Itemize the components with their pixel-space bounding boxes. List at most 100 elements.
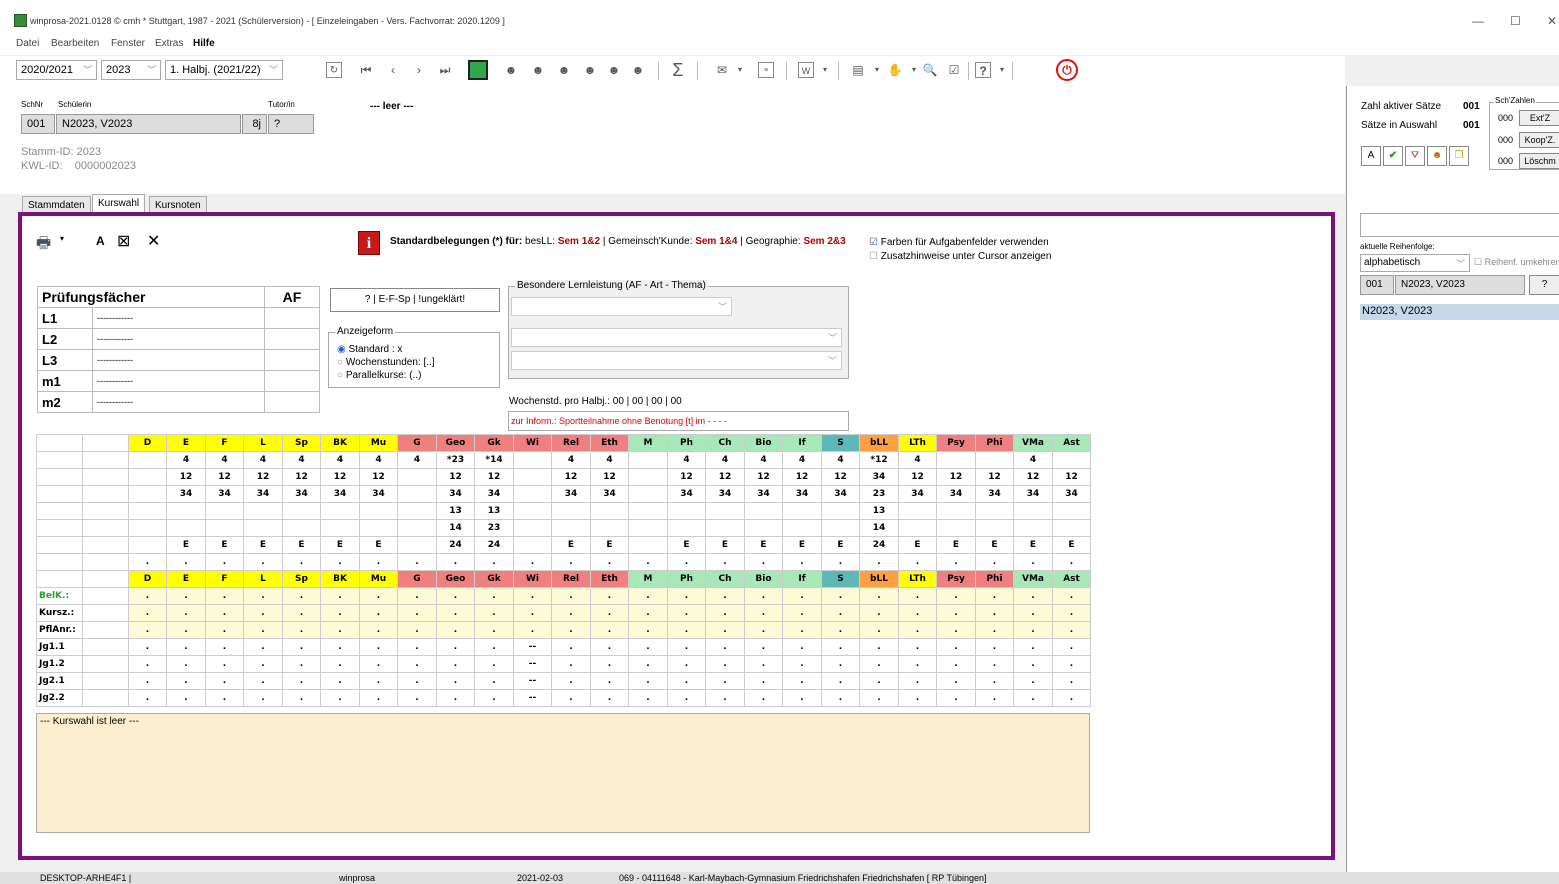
course-cell[interactable]: 4 (166, 451, 206, 469)
course-cell[interactable]: 34 (859, 468, 899, 486)
summary-cell[interactable]: . (859, 638, 899, 656)
summary-cell[interactable]: . (282, 689, 321, 707)
summary-cell[interactable]: . (474, 587, 514, 605)
search-input[interactable] (1360, 213, 1559, 237)
course-cell[interactable]: 4 (1013, 451, 1053, 469)
course-cell[interactable] (397, 519, 437, 537)
persons-color-icon[interactable]: ☻ (1427, 146, 1447, 166)
summary-cell[interactable]: . (821, 621, 860, 639)
subject-header[interactable]: BK (320, 434, 360, 452)
subject-header[interactable]: Psy (936, 570, 976, 588)
summary-cell[interactable]: . (898, 604, 937, 622)
summary-cell[interactable]: . (128, 587, 167, 605)
summary-cell[interactable]: . (243, 638, 283, 656)
course-cell[interactable]: 12 (1013, 468, 1053, 486)
subject-header[interactable]: Gk (474, 570, 514, 588)
summary-cell[interactable]: . (744, 672, 783, 690)
clear-box-icon[interactable]: ⊠ (117, 231, 130, 251)
first-record-icon[interactable]: ⏮ (358, 62, 374, 78)
lookup-button[interactable]: ? (1529, 275, 1559, 295)
summary-cell[interactable]: . (859, 587, 899, 605)
summary-cell[interactable]: . (551, 621, 591, 639)
person-k-icon[interactable]: ☻ (630, 62, 646, 78)
course-cell[interactable] (898, 519, 937, 537)
course-cell[interactable]: 4 (744, 451, 783, 469)
summary-cell[interactable]: . (936, 672, 976, 690)
summary-cell[interactable]: . (1052, 621, 1091, 639)
course-cell[interactable] (1052, 519, 1091, 537)
course-cell[interactable] (397, 468, 437, 486)
school-year-select[interactable]: 2020/2021 ﹀ (16, 60, 97, 80)
course-cell[interactable]: 12 (359, 468, 398, 486)
summary-cell[interactable]: . (205, 621, 244, 639)
subject-header[interactable]: Wi (513, 434, 552, 452)
course-cell[interactable]: 24 (474, 536, 514, 554)
course-cell[interactable] (551, 502, 591, 520)
subject-header[interactable]: If (782, 570, 822, 588)
course-cell[interactable]: 4 (667, 451, 706, 469)
subject-header[interactable]: L (243, 434, 283, 452)
course-cell[interactable]: . (936, 553, 976, 571)
summary-cell[interactable]: . (705, 604, 745, 622)
course-cell[interactable]: E (821, 536, 860, 554)
summary-cell[interactable]: . (359, 672, 398, 690)
summary-cell[interactable]: . (282, 672, 321, 690)
summary-cell[interactable]: . (1013, 587, 1053, 605)
summary-cell[interactable]: . (282, 587, 321, 605)
summary-cell[interactable]: . (590, 672, 629, 690)
summary-cell[interactable]: . (474, 638, 514, 656)
summary-cell[interactable]: . (782, 638, 822, 656)
summary-cell[interactable]: . (128, 655, 167, 673)
subject-header[interactable]: VMa (1013, 434, 1053, 452)
subject-header[interactable]: M (628, 434, 668, 452)
course-cell[interactable]: . (320, 553, 360, 571)
subject-header[interactable]: E (166, 434, 206, 452)
course-cell[interactable] (667, 519, 706, 537)
tab-kurswahl[interactable]: Kurswahl (92, 194, 146, 214)
summary-cell[interactable]: . (551, 655, 591, 673)
summary-cell[interactable]: . (898, 655, 937, 673)
bll-af-select[interactable]: ﹀ (511, 297, 732, 316)
summary-cell[interactable]: . (282, 655, 321, 673)
summary-cell[interactable]: . (898, 689, 937, 707)
summary-cell[interactable]: . (205, 638, 244, 656)
course-cell[interactable] (243, 502, 283, 520)
course-cell[interactable]: 4 (898, 451, 937, 469)
subject-header[interactable]: Rel (551, 434, 591, 452)
course-cell[interactable]: 12 (1052, 468, 1091, 486)
course-cell[interactable] (128, 485, 167, 503)
close-button[interactable]: ✕ (1547, 14, 1557, 28)
summary-cell[interactable]: . (705, 689, 745, 707)
course-cell[interactable]: E (1052, 536, 1091, 554)
course-cell[interactable]: E (744, 536, 783, 554)
summary-cell[interactable]: . (320, 604, 360, 622)
summary-cell[interactable]: . (359, 638, 398, 656)
course-cell[interactable] (936, 519, 976, 537)
sel-nr-field[interactable]: 001 (1360, 275, 1394, 295)
menu-datei[interactable]: Datei (16, 38, 39, 49)
course-cell[interactable]: 34 (898, 485, 937, 503)
subject-header[interactable]: LTh (898, 434, 937, 452)
course-cell[interactable]: . (744, 553, 783, 571)
summary-cell[interactable]: . (705, 621, 745, 639)
summary-cell[interactable]: . (936, 638, 976, 656)
info-icon[interactable]: i (358, 231, 380, 255)
course-cell[interactable]: 12 (667, 468, 706, 486)
summary-cell[interactable]: . (551, 587, 591, 605)
summary-cell[interactable]: . (436, 689, 475, 707)
kurswahl-notes[interactable]: --- Kurswahl ist leer --- (36, 713, 1090, 833)
summary-cell[interactable]: . (128, 672, 167, 690)
course-cell[interactable]: 34 (667, 485, 706, 503)
summary-cell[interactable]: . (628, 655, 668, 673)
course-cell[interactable] (975, 502, 1014, 520)
word-icon[interactable]: W (798, 62, 814, 78)
course-cell[interactable] (628, 536, 668, 554)
course-cell[interactable]: E (975, 536, 1014, 554)
summary-cell[interactable]: -- (513, 655, 552, 673)
summary-cell[interactable]: . (1013, 638, 1053, 656)
ext-z-button[interactable]: Ext'Z (1519, 110, 1559, 126)
course-cell[interactable]: 12 (551, 468, 591, 486)
summary-cell[interactable]: . (1052, 587, 1091, 605)
subject-header[interactable]: Gk (474, 434, 514, 452)
course-cell[interactable]: E (243, 536, 283, 554)
